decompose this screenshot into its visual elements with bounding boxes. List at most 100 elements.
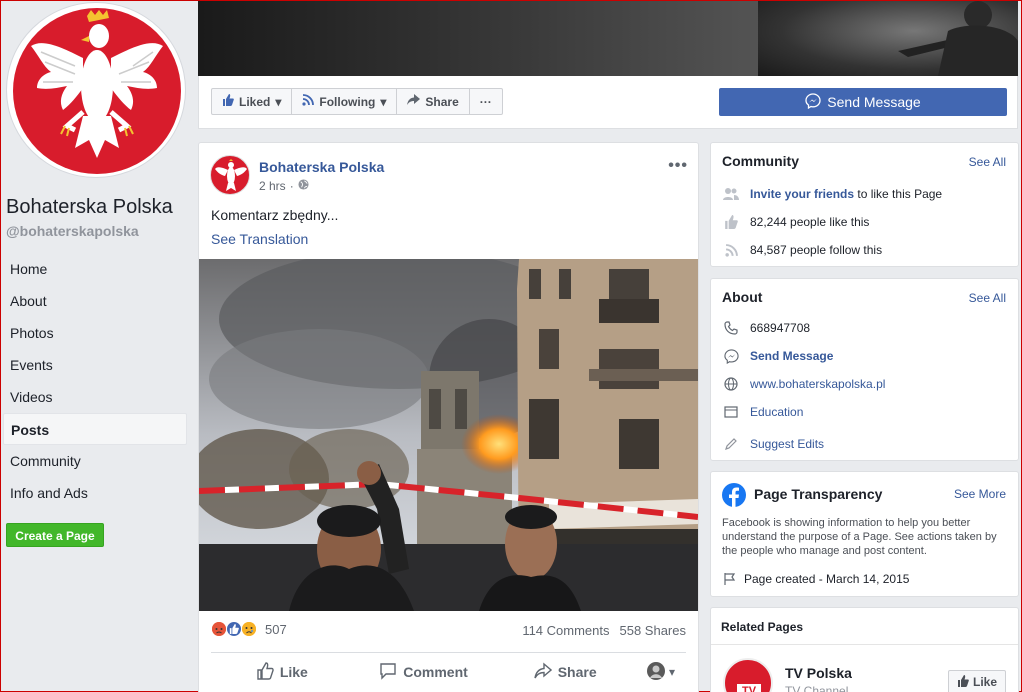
send-message-link[interactable]: Send Message <box>750 349 833 363</box>
page-handle[interactable]: @bohaterskapolska <box>6 223 139 239</box>
invite-friends-text: to like this Page <box>857 187 943 201</box>
post-timestamp[interactable]: 2 hrs · <box>259 179 309 193</box>
comments-count[interactable]: 114 Comments <box>522 623 609 638</box>
category-row: Education <box>722 403 803 421</box>
cover-soldier-silhouette <box>758 1 1018 76</box>
invite-friends-row: Invite your friends to like this Page <box>722 185 942 203</box>
divider <box>711 644 1018 645</box>
share-label: Share <box>557 664 597 680</box>
suggest-edits-row: Suggest Edits <box>722 435 824 453</box>
post-time-label: 2 hrs <box>259 179 286 193</box>
likes-count-text: 82,244 people like this <box>750 215 870 229</box>
flag-icon <box>722 570 738 588</box>
related-pages-title: Related Pages <box>721 620 804 634</box>
messenger-icon <box>805 92 821 112</box>
viewer-avatar <box>647 661 665 683</box>
like-button[interactable]: Like <box>211 661 353 683</box>
polish-eagle-emblem <box>13 8 181 174</box>
nav-item-info-and-ads[interactable]: Info and Ads <box>3 477 187 509</box>
page-transparency-title: Page Transparency <box>754 486 883 502</box>
comment-button[interactable]: Comment <box>353 662 495 683</box>
post-author-avatar[interactable] <box>210 155 250 195</box>
nav-item-videos[interactable]: Videos <box>3 381 187 413</box>
engagement-counts: 114 Comments 558 Shares <box>522 623 686 638</box>
thumbs-up-icon <box>222 94 234 109</box>
community-title: Community <box>722 153 799 169</box>
page-created-row: Page created - March 14, 2015 <box>722 570 909 588</box>
share-button[interactable]: Share <box>494 661 636 683</box>
facebook-logo-icon <box>722 483 746 510</box>
tv-logo-text: TV <box>737 684 761 692</box>
category-link[interactable]: Education <box>750 405 803 419</box>
website-link[interactable]: www.bohaterskapolska.pl <box>750 377 885 391</box>
related-page-name[interactable]: TV Polska <box>785 665 852 681</box>
messenger-icon <box>722 347 740 365</box>
like-label: Like <box>279 664 308 680</box>
liked-button[interactable]: Liked ▾ <box>211 88 293 115</box>
globe-icon <box>298 179 309 193</box>
tv-polska-logo[interactable]: TV <box>723 658 773 692</box>
thumbs-up-icon <box>722 213 740 231</box>
category-icon <box>722 403 740 421</box>
more-options-button[interactable]: ··· <box>468 88 503 115</box>
page-profile-picture[interactable] <box>7 3 185 177</box>
post-options-icon[interactable]: ••• <box>668 157 688 175</box>
post-photo[interactable] <box>199 259 698 611</box>
transparency-see-more-link[interactable]: See More <box>954 487 1006 501</box>
left-column: Bohaterska Polska @bohaterskapolska Home… <box>1 1 197 692</box>
post-text: Komentarz zbędny... <box>211 207 339 223</box>
share-page-button[interactable]: Share <box>396 88 470 115</box>
like-reaction-icon <box>226 621 242 637</box>
related-page-category: TV Channel <box>785 684 849 692</box>
about-card: About See All 668947708 Send Message www… <box>710 278 1019 461</box>
add-friends-icon <box>722 185 740 203</box>
thumbs-up-icon <box>957 674 969 690</box>
phone-row: 668947708 <box>722 319 810 337</box>
cover-photo[interactable] <box>198 1 1018 76</box>
create-page-button[interactable]: Create a Page <box>6 523 104 547</box>
related-like-button[interactable]: Like <box>947 670 1006 692</box>
shares-count[interactable]: 558 Shares <box>620 623 687 638</box>
about-see-all-link[interactable]: See All <box>969 291 1006 305</box>
globe-icon <box>722 375 740 393</box>
nav-item-community[interactable]: Community <box>3 445 187 477</box>
caret-down-icon: ▾ <box>380 94 387 109</box>
nav-item-about[interactable]: About <box>3 285 187 317</box>
rss-icon <box>302 94 315 109</box>
liked-label: Liked <box>239 94 271 109</box>
suggest-edits-link[interactable]: Suggest Edits <box>750 437 824 451</box>
post-as-selector[interactable]: ▾ <box>636 661 686 683</box>
post-card: Bohaterska Polska 2 hrs · ••• Komentarz … <box>198 142 699 692</box>
thumbs-up-icon <box>256 661 274 683</box>
reaction-summary[interactable]: 507 <box>211 621 287 637</box>
comment-label: Comment <box>403 664 468 680</box>
phone-number: 668947708 <box>750 321 811 335</box>
nav-item-photos[interactable]: Photos <box>3 317 187 349</box>
nav-item-home[interactable]: Home <box>3 253 187 285</box>
post-author-name[interactable]: Bohaterska Polska <box>259 159 384 175</box>
see-translation-link[interactable]: See Translation <box>211 231 308 247</box>
invite-friends-link[interactable]: Invite your friends <box>750 187 854 201</box>
about-title: About <box>722 289 763 305</box>
caret-down-icon: ▾ <box>669 665 676 679</box>
community-see-all-link[interactable]: See All <box>969 155 1006 169</box>
community-card: Community See All Invite your friends to… <box>710 142 1019 267</box>
related-like-label: Like <box>972 675 997 689</box>
reaction-count: 507 <box>265 621 287 637</box>
nav-item-events[interactable]: Events <box>3 349 187 381</box>
comment-bubble-icon <box>379 662 397 683</box>
page-action-bar: Liked ▾ Following ▾ Share ··· Send Messa… <box>198 76 1018 129</box>
page-name[interactable]: Bohaterska Polska <box>6 196 173 219</box>
send-message-button[interactable]: Send Message <box>719 88 1007 116</box>
website-row: www.bohaterskapolska.pl <box>722 375 885 393</box>
send-message-row: Send Message <box>722 347 833 365</box>
send-message-label: Send Message <box>827 94 921 110</box>
nav-item-posts[interactable]: Posts <box>3 413 187 445</box>
follows-row: 84,587 people follow this <box>722 241 882 259</box>
page-created-text: Page created - March 14, 2015 <box>744 572 910 586</box>
following-button[interactable]: Following ▾ <box>291 88 398 115</box>
page-nav: Home About Photos Events Videos Posts Co… <box>3 253 187 509</box>
sad-reaction-icon <box>241 621 257 637</box>
phone-icon <box>722 319 740 337</box>
share-arrow-icon <box>407 94 421 109</box>
